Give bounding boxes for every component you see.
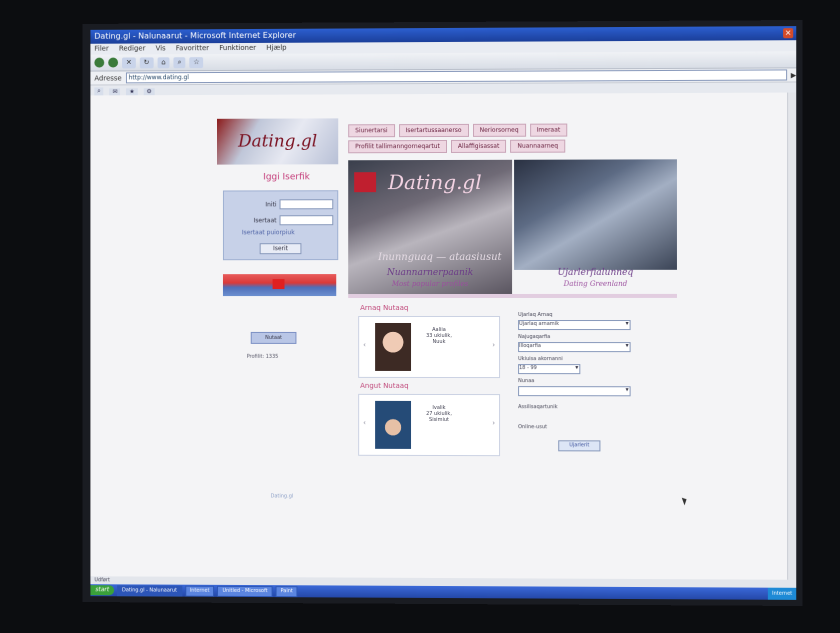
caption-left: Nuannarnerpaanik: [386, 267, 474, 279]
login-box: Initi Isertaat Isertaat puiorpiuk Iserit: [222, 190, 339, 261]
footer-link[interactable]: Dating.gl: [271, 493, 294, 499]
profile-card[interactable]: ‹ Aaliia 33 ukiulik, Nuuk ›: [358, 315, 501, 379]
taskbar-item[interactable]: Paint: [275, 585, 298, 597]
hero-subtitle: Inunnguaq — ataasiusut: [378, 251, 502, 264]
search-select-value: Illoqarfia: [519, 343, 541, 350]
back-icon[interactable]: [94, 57, 105, 68]
nav-item[interactable]: Siunertarsi: [348, 124, 395, 138]
profile-photo[interactable]: [375, 400, 412, 449]
next-arrow-icon[interactable]: ›: [492, 419, 495, 427]
search-button[interactable]: Ujarlerit: [558, 440, 601, 452]
taskbar-item[interactable]: Unitled - Microsoft: [217, 585, 273, 597]
divider: [348, 293, 677, 299]
profile-text: Ivalik 27 ukiulik, Sisimiut: [419, 405, 459, 423]
age-select[interactable]: 18 - 99: [518, 364, 581, 375]
go-button[interactable]: ▶: [791, 71, 796, 79]
caption-right: Ujarlerfialunneq: [557, 267, 634, 278]
system-tray: Internet: [768, 587, 797, 600]
monitor-frame: Dating.gl - Nalunaarut - Microsoft Inter…: [82, 20, 803, 606]
section-title: Arnaq Nutaaq: [360, 304, 409, 313]
search-select-value: Ujarlaq arnamik: [519, 321, 560, 328]
login-pass-label: Isertaat: [253, 216, 277, 224]
nav-item[interactable]: Nuannaarneq: [510, 139, 566, 153]
username-input[interactable]: [279, 199, 334, 210]
hero-logo: Dating.gl: [388, 169, 482, 195]
login-title: Iggi Iserfik: [263, 172, 310, 183]
nav-item[interactable]: Imeraat: [529, 123, 568, 137]
section-title: Angut Nutaaq: [360, 381, 409, 390]
search-label: Assilisaqartunik: [518, 404, 558, 411]
forward-icon[interactable]: [108, 57, 119, 68]
menu-edit[interactable]: Rediger: [119, 44, 146, 52]
nav-item[interactable]: Neriorsorneq: [472, 123, 526, 137]
nav-row-2: Profilit tallimanngorneqartut Allaffigis…: [348, 139, 677, 154]
search-label: Online-usut: [518, 424, 548, 431]
profile-photo[interactable]: [375, 322, 412, 371]
address-input[interactable]: http://www.dating.gl: [125, 69, 787, 84]
menu-favorites[interactable]: Favoritter: [176, 44, 209, 52]
close-button[interactable]: ×: [783, 28, 794, 39]
search-button[interactable]: ⌕: [173, 56, 186, 68]
age-select-value: 18 - 99: [519, 365, 537, 372]
window-title: Dating.gl - Nalunaarut - Microsoft Inter…: [94, 30, 296, 41]
caption-left-sub: Most popular profiles: [391, 279, 469, 289]
scrollbar[interactable]: [787, 92, 797, 580]
search-label: Ukiuisa akornanni: [518, 356, 563, 363]
start-button[interactable]: start: [90, 585, 115, 596]
password-input[interactable]: [279, 215, 334, 226]
login-user-row: Initi: [228, 199, 334, 210]
search-label: Ujarlaq Arnaq: [518, 311, 553, 319]
menu-file[interactable]: Filer: [94, 45, 108, 53]
search-panel: Ujarlaq Arnaq Ujarlaq arnamik Najugaqarf…: [518, 308, 639, 452]
profile-info: 33 ukiulik, Nuuk: [426, 332, 452, 346]
address-label: Adresse: [94, 73, 122, 83]
links-item[interactable]: ✉: [109, 87, 121, 95]
prev-arrow-icon[interactable]: ‹: [363, 419, 366, 427]
refresh-button[interactable]: ↻: [139, 56, 154, 68]
login-button[interactable]: Iserit: [259, 243, 302, 255]
page-viewport: Dating.gl Siunertarsi Isertartussaanerso…: [90, 92, 797, 580]
favorites-button[interactable]: ☆: [189, 56, 204, 68]
mouse-cursor-icon: [681, 496, 689, 506]
profile-text: Aaliia 33 ukiulik, Nuuk: [419, 327, 459, 345]
links-item[interactable]: ⚙: [143, 87, 155, 95]
profile-info: 27 ukiulik, Sisimiut: [426, 410, 452, 424]
prev-arrow-icon[interactable]: ‹: [363, 341, 366, 349]
menu-view[interactable]: Vis: [156, 44, 166, 52]
heart-icon: [354, 172, 377, 193]
login-pass-row: Isertaat: [228, 215, 334, 226]
next-arrow-icon[interactable]: ›: [492, 341, 495, 349]
search-select[interactable]: Illoqarfia: [518, 342, 631, 353]
nav-item[interactable]: Isertartussaanerso: [398, 123, 469, 138]
profile-card[interactable]: ‹ Ivalik 27 ukiulik, Sisimiut ›: [358, 393, 501, 457]
menu-tools[interactable]: Funktioner: [219, 44, 256, 52]
nav-row-1: Siunertarsi Isertartussaanerso Neriorsor…: [348, 123, 677, 138]
links-item[interactable]: ⌕: [94, 87, 104, 96]
search-label: Nunaa: [518, 378, 535, 385]
dating-site: Dating.gl Siunertarsi Isertartussaanerso…: [217, 117, 677, 549]
left-banner[interactable]: [222, 274, 337, 297]
taskbar-item[interactable]: Dating.gl - Nalunaarut: [117, 584, 182, 597]
country-select[interactable]: [518, 386, 631, 397]
screen: Dating.gl - Nalunaarut - Microsoft Inter…: [90, 26, 797, 600]
hero-image-right[interactable]: [514, 159, 677, 270]
forgot-password-link[interactable]: Isertaat puiorpiuk: [242, 229, 295, 236]
nav-item[interactable]: Profilit tallimanngorneqartut: [348, 139, 447, 154]
search-label: Najugaqarfia: [518, 334, 551, 341]
taskbar-item[interactable]: Internet: [184, 585, 215, 597]
search-select[interactable]: Ujarlaq arnamik: [518, 320, 631, 331]
login-user-label: Initi: [265, 200, 277, 208]
menu-help[interactable]: Hjælp: [266, 44, 286, 52]
side-button[interactable]: Nutaat: [250, 331, 297, 344]
flag-mark-icon: [272, 279, 285, 290]
profile-count: Profilit: 1335: [246, 353, 279, 360]
nav-item[interactable]: Allaffigisassat: [450, 139, 507, 153]
site-logo[interactable]: Dating.gl: [217, 118, 339, 165]
stop-button[interactable]: ✕: [122, 56, 136, 68]
taskbar: start Dating.gl - Nalunaarut Internet Un…: [90, 584, 797, 600]
home-button[interactable]: ⌂: [157, 56, 170, 68]
links-item[interactable]: ★: [126, 87, 138, 95]
caption-right-sub: Dating Greenland: [563, 279, 628, 288]
